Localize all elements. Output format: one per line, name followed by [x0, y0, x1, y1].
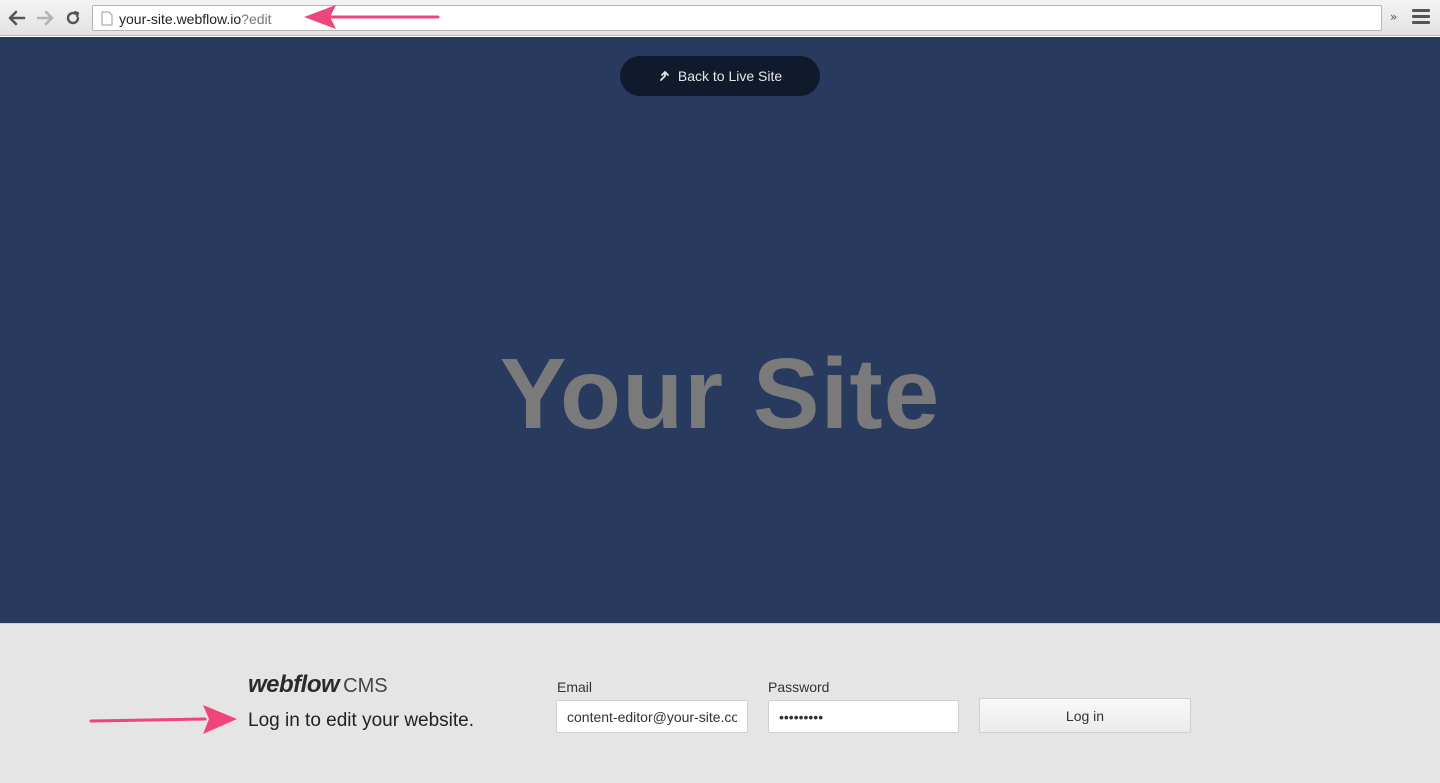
- login-tagline: Log in to edit your website.: [248, 710, 475, 731]
- hero-section: Back to Live Site Your Site: [0, 37, 1440, 623]
- back-to-live-site-label: Back to Live Site: [677, 68, 783, 84]
- extensions-overflow-button[interactable]: »: [1390, 10, 1397, 24]
- email-label: Email: [557, 679, 593, 695]
- password-label: Password: [768, 679, 830, 695]
- cms-label: CMS: [343, 675, 388, 697]
- back-to-live-site-button[interactable]: Back to Live Site: [620, 56, 820, 96]
- page-icon: [101, 11, 113, 26]
- address-bar[interactable]: your-site.webflow.io?edit: [92, 5, 1382, 31]
- webflow-cms-brand: webflow CMS: [248, 671, 388, 699]
- email-field[interactable]: [556, 700, 748, 733]
- cms-login-bar: webflow CMS Log in to edit your website. …: [0, 623, 1440, 783]
- url-text: your-site.webflow.io?edit: [119, 11, 272, 27]
- return-arrow-icon: [659, 71, 669, 81]
- forward-arrow-icon[interactable]: [34, 7, 56, 29]
- browser-toolbar: your-site.webflow.io?edit »: [0, 0, 1440, 36]
- webflow-logo: webflow: [248, 671, 340, 698]
- log-in-button[interactable]: Log in: [979, 698, 1191, 733]
- site-title: Your Site: [499, 338, 941, 450]
- back-arrow-icon[interactable]: [6, 7, 28, 29]
- reload-icon[interactable]: [62, 7, 84, 29]
- password-field[interactable]: [768, 700, 959, 733]
- browser-menu-icon[interactable]: [1412, 9, 1430, 27]
